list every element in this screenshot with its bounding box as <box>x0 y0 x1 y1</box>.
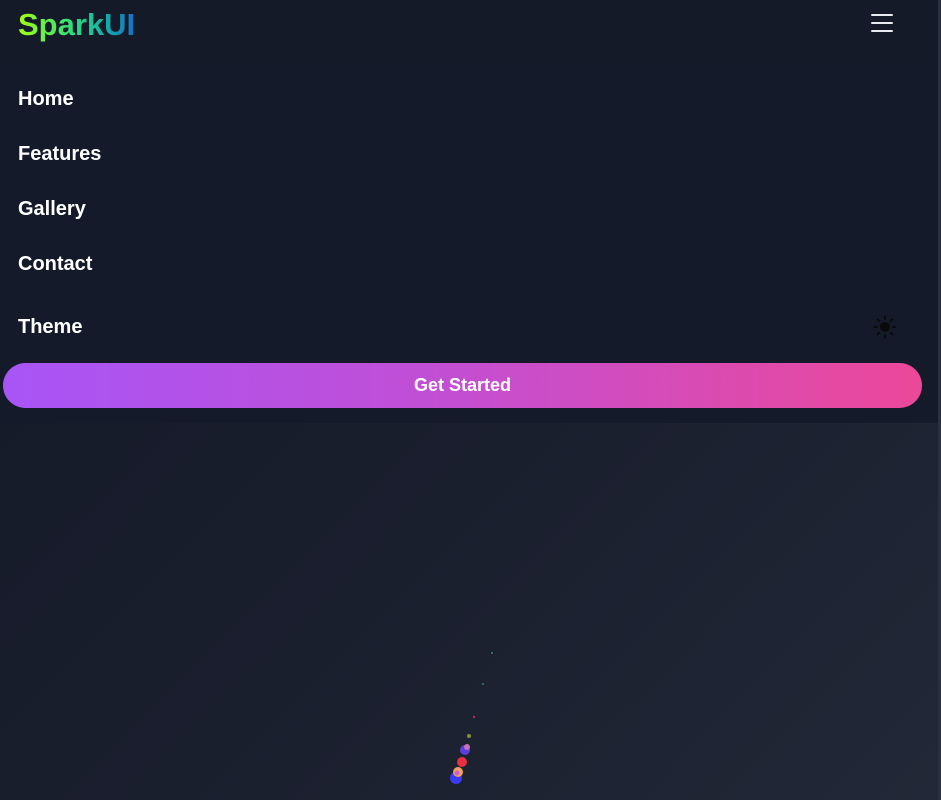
particle <box>482 683 484 685</box>
particle <box>450 772 462 784</box>
nav-item-home[interactable]: Home <box>18 86 74 112</box>
particle <box>457 757 467 767</box>
particle <box>464 744 470 750</box>
get-started-button[interactable]: Get Started <box>3 363 922 408</box>
particle <box>453 767 463 777</box>
particle <box>467 734 471 738</box>
nav-item-gallery[interactable]: Gallery <box>18 196 86 222</box>
particle <box>472 715 476 719</box>
logo[interactable]: SparkUI <box>18 5 135 45</box>
mobile-menu-panel: Home Features Gallery Contact Theme Get … <box>0 62 938 423</box>
top-bar: SparkUI <box>0 0 941 62</box>
particle <box>454 770 460 776</box>
nav-item-features[interactable]: Features <box>18 141 101 167</box>
nav-item-contact[interactable]: Contact <box>18 251 92 277</box>
particle <box>460 745 470 755</box>
particle <box>491 652 493 654</box>
hamburger-menu-icon[interactable] <box>868 10 896 36</box>
theme-label: Theme <box>18 316 83 338</box>
sun-icon[interactable] <box>873 315 897 339</box>
